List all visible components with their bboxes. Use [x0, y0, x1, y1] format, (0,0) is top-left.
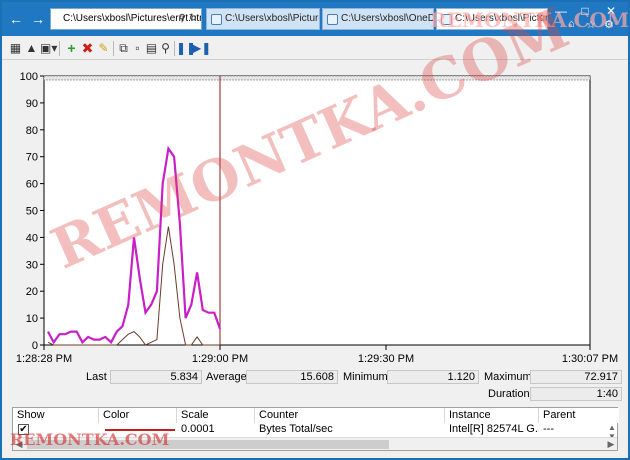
perfmon-toolbar: ▦ ▲ ▣▾ + ✖ ✎ ⧉ ▫ ▤ ⚲ ❚❚ ▶❚ [2, 38, 628, 60]
y-tick-label: 90 [26, 98, 38, 110]
row-counter: Bytes Total/sec [259, 423, 333, 435]
toolbar-divider [174, 41, 175, 56]
browser-tab-bar: ← → C:\Users\xbosl\Pictures\errrt.htm ⚲ … [2, 2, 628, 36]
back-arrow-icon[interactable]: ← [8, 11, 24, 27]
tab-label: C:\Users\xbosl\Pictures\test... [225, 13, 319, 24]
performance-graph: 0 10 20 30 40 50 60 70 80 90 100 1:28:28 PM 1:29:00 … [2, 60, 628, 366]
y-tick-label: 50 [26, 206, 38, 218]
copy-icon[interactable]: ⧉ [116, 41, 131, 56]
favorites-star-icon[interactable]: ☆ [586, 18, 596, 31]
tab-label: C:\Users\xbosl\Pictures\... [455, 13, 547, 24]
highlight-icon[interactable]: ▲ [24, 41, 39, 56]
y-tick-label: 30 [26, 259, 38, 271]
minimum-value: 1.120 [387, 370, 479, 384]
column-header-color[interactable]: Color [99, 408, 177, 423]
toolbar-divider [59, 41, 60, 56]
counter-legend-table: Show Color Scale Counter Instance Parent… [12, 407, 619, 451]
x-tick-label: 1:28:28 PM [16, 353, 72, 365]
toolbar-divider [113, 41, 114, 56]
minimum-label: Minimum [343, 371, 388, 383]
y-tick-label: 10 [26, 313, 38, 325]
duration-value: 1:40 [530, 387, 622, 401]
show-checkbox[interactable]: ✔ [18, 424, 29, 435]
close-tab-icon[interactable]: ✕ [536, 9, 544, 29]
y-tick-label: 60 [26, 179, 38, 191]
scroll-left-icon[interactable]: ◀ [13, 438, 25, 451]
y-tick-label: 0 [32, 340, 38, 352]
search-refresh-icon[interactable]: ⚲ ↻ [179, 9, 197, 29]
home-icon[interactable]: ⌂ [568, 18, 575, 30]
scroll-right-icon[interactable]: ▶ [605, 438, 617, 451]
duration-label: Duration [488, 388, 530, 400]
average-label: Average [206, 371, 247, 383]
properties-icon[interactable]: ▤ [144, 41, 159, 56]
column-header-parent[interactable]: Parent [539, 408, 619, 423]
zoom-icon[interactable]: ⚲ [158, 41, 173, 56]
ie-page-icon [327, 14, 338, 25]
vertical-scroll-arrows[interactable]: ▲▼ [607, 423, 617, 441]
y-tick-label: 70 [26, 152, 38, 164]
edit-pencil-icon[interactable]: ✎ [96, 41, 111, 56]
add-counter-icon[interactable]: + [64, 41, 79, 56]
minimize-icon[interactable]: — [552, 4, 570, 18]
x-tick-label: 1:30:07 PM [562, 353, 618, 365]
forward-arrow-icon[interactable]: → [30, 11, 46, 27]
series-color-swatch [105, 429, 175, 431]
ie-page-icon [211, 14, 222, 25]
last-value: 5.834 [110, 370, 202, 384]
column-header-instance[interactable]: Instance [445, 408, 539, 423]
y-tick-label: 20 [26, 286, 38, 298]
column-header-scale[interactable]: Scale [177, 408, 255, 423]
tab-test[interactable]: C:\Users\xbosl\Pictures\test... [206, 8, 320, 30]
maximum-value: 72.917 [530, 370, 622, 384]
column-header-show[interactable]: Show [13, 408, 99, 423]
x-tick-label: 1:29:00 PM [192, 353, 248, 365]
last-label: Last [86, 371, 107, 383]
row-parent: --- [543, 423, 554, 435]
y-tick-label: 100 [20, 71, 38, 83]
performance-monitor-window: ← → C:\Users\xbosl\Pictures\errrt.htm ⚲ … [0, 0, 630, 460]
scrollbar-thumb[interactable] [27, 440, 389, 449]
step-forward-icon[interactable]: ▶❚ [192, 41, 211, 56]
settings-gear-icon[interactable]: ⚙ [604, 18, 614, 31]
column-header-counter[interactable]: Counter [255, 408, 445, 423]
horizontal-scrollbar[interactable]: ◀ ▶ [13, 437, 617, 450]
maximum-label: Maximum [484, 371, 532, 383]
average-value: 15.608 [246, 370, 338, 384]
row-instance: Intel[R] 82574L G... [449, 423, 539, 435]
tab-label: C:\Users\xbosl\OneDrive - F... [341, 13, 433, 24]
pause-icon[interactable]: ❚❚ [176, 41, 196, 56]
x-tick-label: 1:29:30 PM [358, 353, 414, 365]
view-dropdown-icon[interactable]: ▣▾ [40, 41, 57, 56]
close-window-icon[interactable]: ✕ [602, 4, 620, 18]
y-tick-label: 80 [26, 125, 38, 137]
hatched-top-band [43, 75, 591, 81]
address-bar[interactable]: C:\Users\xbosl\Pictures\errrt.htm ⚲ ↻ [50, 8, 202, 30]
tab-pictures-active[interactable]: C:\Users\xbosl\Pictures\... ✕ [436, 8, 548, 30]
delete-counter-icon[interactable]: ✖ [80, 41, 95, 56]
paste-icon[interactable]: ▫ [130, 41, 145, 56]
line-chart: 0 10 20 30 40 50 60 70 80 90 100 1:28:28 PM 1:29:00 … [16, 71, 618, 365]
change-graph-type-icon[interactable]: ▦ [8, 41, 23, 56]
row-scale: 0.0001 [181, 423, 215, 435]
maximize-icon[interactable]: □ [576, 4, 594, 18]
y-tick-label: 40 [26, 232, 38, 244]
tab-onedrive[interactable]: C:\Users\xbosl\OneDrive - F... [322, 8, 434, 30]
ie-page-icon [441, 14, 452, 25]
plot-area [43, 75, 591, 346]
